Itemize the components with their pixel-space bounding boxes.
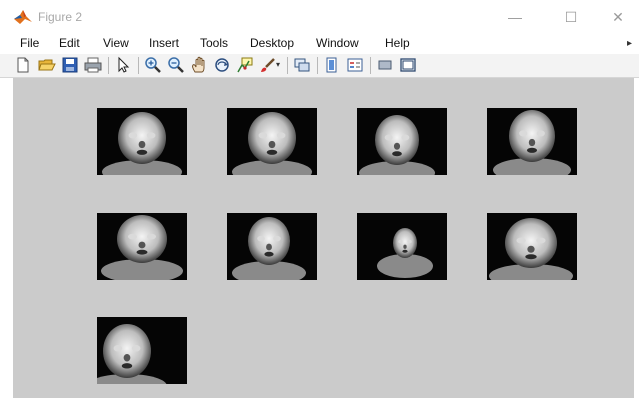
menu-help[interactable]: Help <box>385 36 410 50</box>
toolbar-separator <box>317 57 318 74</box>
pan-hand-icon[interactable] <box>190 56 208 74</box>
maximize-button[interactable]: ☐ <box>556 6 586 28</box>
new-figure-icon[interactable] <box>14 56 32 74</box>
thermal-face-9 <box>97 317 187 384</box>
toolbar-separator <box>370 57 371 74</box>
print-icon[interactable] <box>84 56 102 74</box>
matlab-logo-icon <box>14 10 32 24</box>
thermal-face-8 <box>487 213 577 280</box>
close-button[interactable]: ✕ <box>603 6 633 28</box>
thermal-face-4 <box>487 108 577 175</box>
thermal-face-1 <box>97 108 187 175</box>
minimize-button[interactable]: — <box>500 6 530 28</box>
open-file-icon[interactable] <box>38 56 56 74</box>
toolbar-separator <box>108 57 109 74</box>
window-title: Figure 2 <box>38 10 83 24</box>
thermal-face-7 <box>357 213 447 280</box>
menu-desktop[interactable]: Desktop <box>250 36 294 50</box>
colorbar-icon[interactable] <box>323 56 341 74</box>
zoom-out-icon[interactable] <box>167 56 185 74</box>
hide-plot-tools-icon[interactable] <box>376 56 394 74</box>
thermal-face-2 <box>227 108 317 175</box>
thermal-face-5 <box>97 213 187 280</box>
rotate-3d-icon[interactable] <box>213 56 231 74</box>
thermal-face-3 <box>357 108 447 175</box>
figure-window: Figure 2 — ☐ ✕ File Edit View Insert Too… <box>0 0 639 404</box>
title-bar: Figure 2 — ☐ ✕ <box>0 0 639 34</box>
menu-view[interactable]: View <box>103 36 129 50</box>
menu-file[interactable]: File <box>20 36 39 50</box>
brush-dropdown-icon[interactable]: ▾ <box>276 60 280 69</box>
menu-edit[interactable]: Edit <box>59 36 80 50</box>
menu-overflow-icon[interactable]: ▸ <box>627 38 632 49</box>
legend-icon[interactable] <box>346 56 364 74</box>
menu-insert[interactable]: Insert <box>149 36 179 50</box>
brush-icon[interactable] <box>259 56 277 74</box>
menu-tools[interactable]: Tools <box>200 36 228 50</box>
zoom-in-icon[interactable] <box>144 56 162 74</box>
toolbar-separator <box>138 57 139 74</box>
menu-window[interactable]: Window <box>316 36 359 50</box>
show-plot-tools-icon[interactable] <box>399 56 417 74</box>
thermal-face-6 <box>227 213 317 280</box>
figure-canvas <box>13 78 634 398</box>
data-cursor-icon[interactable] <box>236 56 254 74</box>
link-plot-icon[interactable] <box>293 56 311 74</box>
save-icon[interactable] <box>61 56 79 74</box>
edit-plot-arrow-icon[interactable] <box>114 56 132 74</box>
menu-bar: File Edit View Insert Tools Desktop Wind… <box>0 34 639 54</box>
figure-toolbar: ▾ <box>0 54 639 78</box>
toolbar-separator <box>287 57 288 74</box>
